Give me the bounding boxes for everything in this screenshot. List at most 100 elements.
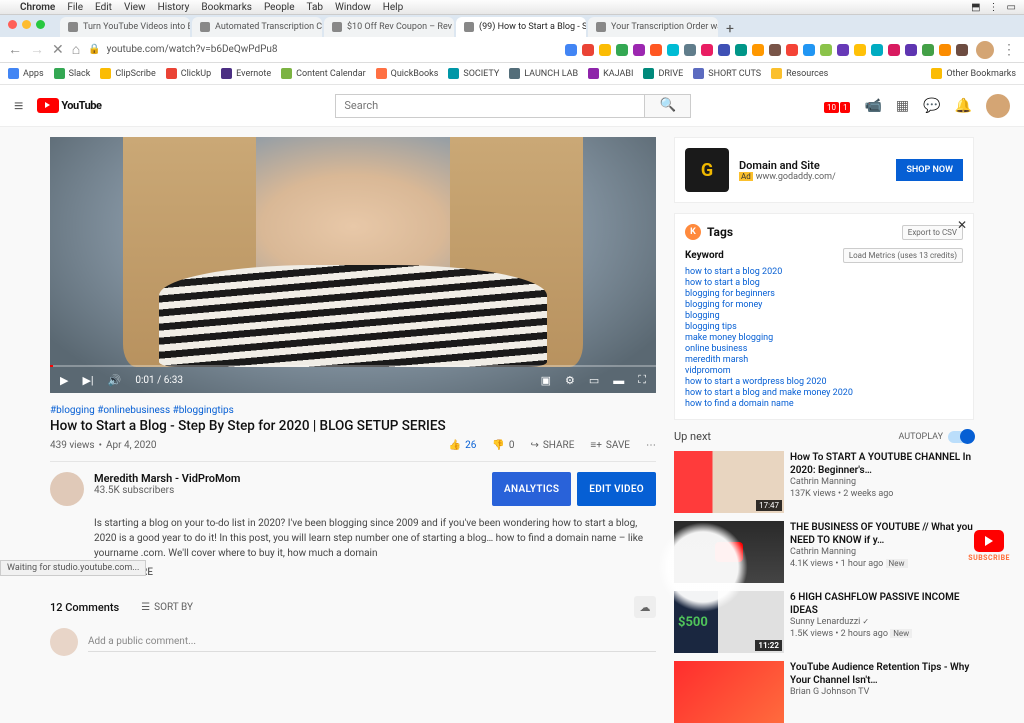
keyword-link[interactable]: how to start a blog	[685, 278, 963, 288]
extension-icons[interactable]	[565, 44, 968, 56]
address-bar[interactable]: 🔒 youtube.com/watch?v=b6DeQwPdPu8	[88, 44, 277, 55]
mac-menu-item[interactable]: View	[124, 2, 146, 13]
home-button[interactable]: ⌂	[72, 41, 80, 58]
save-button[interactable]: ≡+ SAVE	[590, 440, 630, 451]
load-metrics-button[interactable]: Load Metrics (uses 13 credits)	[843, 248, 963, 263]
bookmark-item[interactable]: Apps	[8, 68, 44, 79]
browser-toolbar: ← → ✕ ⌂ 🔒 youtube.com/watch?v=b6DeQwPdPu…	[0, 37, 1024, 63]
keyword-link[interactable]: blogging	[685, 311, 963, 321]
browser-tab[interactable]: $10 Off Rev Coupon – Rev×	[324, 17, 454, 37]
profile-icon[interactable]	[976, 41, 994, 59]
shop-now-button[interactable]: SHOP NOW	[896, 159, 963, 181]
hamburger-icon[interactable]: ≡	[14, 96, 23, 116]
bookmark-item[interactable]: ClipScribe	[100, 68, 155, 79]
create-icon[interactable]: 📹	[864, 98, 881, 114]
bell-icon[interactable]: 🔔	[955, 98, 972, 114]
window-controls[interactable]	[8, 20, 45, 29]
recommendation-item[interactable]: $50011:226 HIGH CASHFLOW PASSIVE INCOME …	[674, 591, 974, 653]
bookmark-item[interactable]: KAJABI	[588, 68, 633, 79]
mac-menu-item[interactable]: Window	[335, 2, 371, 13]
settings-icon[interactable]: ⚙	[565, 374, 575, 387]
browser-tab[interactable]: (99) How to Start a Blog - Step×	[456, 17, 586, 37]
miniplayer-icon[interactable]: ▭	[589, 374, 599, 387]
bookmark-item[interactable]: QuickBooks	[376, 68, 439, 79]
close-icon[interactable]: ✕	[957, 218, 967, 232]
mac-menu-item[interactable]: Bookmarks	[201, 2, 252, 13]
cc-icon[interactable]: ▣	[541, 374, 551, 387]
apps-icon[interactable]: ▦	[896, 98, 909, 114]
next-icon[interactable]: ▶|	[82, 374, 93, 387]
mac-menu-item[interactable]: People	[264, 2, 295, 13]
cloud-icon[interactable]: ☁	[634, 596, 656, 618]
recommendation-item[interactable]: 17:47How To START A YOUTUBE CHANNEL In 2…	[674, 451, 974, 513]
keyword-link[interactable]: how to find a domain name	[685, 399, 963, 409]
mac-menu-item[interactable]: Tab	[307, 2, 323, 13]
hashtags[interactable]: #blogging #onlinebusiness #bloggingtips	[50, 405, 656, 416]
autoplay-toggle[interactable]	[948, 431, 974, 443]
analytics-button[interactable]: ANALYTICS	[492, 472, 571, 506]
keyword-link[interactable]: make money blogging	[685, 333, 963, 343]
bookmark-item[interactable]: SHORT CUTS	[693, 68, 761, 79]
youtube-logo[interactable]: YouTube	[37, 98, 101, 113]
export-csv-button[interactable]: Export to CSV	[902, 225, 963, 240]
keyword-link[interactable]: online business	[685, 344, 963, 354]
notification-badges[interactable]: 101	[823, 98, 851, 114]
forward-button[interactable]: →	[30, 41, 44, 58]
keyword-link[interactable]: how to start a blog 2020	[685, 267, 963, 277]
show-more-button[interactable]: SHOW MORE	[94, 567, 656, 578]
fullscreen-icon[interactable]: ⛶	[638, 373, 646, 387]
mac-menu-item[interactable]: Chrome	[20, 2, 55, 13]
back-button[interactable]: ←	[8, 41, 22, 58]
ad-panel[interactable]: G Domain and Site Adwww.godaddy.com/ SHO…	[674, 137, 974, 203]
mac-menu-item[interactable]: Help	[383, 2, 403, 13]
browser-tab[interactable]: Automated Transcription Check×	[192, 17, 322, 37]
bookmark-item[interactable]: LAUNCH LAB	[509, 68, 578, 79]
keyword-link[interactable]: meredith marsh	[685, 355, 963, 365]
theater-icon[interactable]: ▬	[613, 374, 624, 387]
comment-input[interactable]: Add a public comment...	[88, 632, 656, 652]
bookmark-item[interactable]: Evernote	[221, 68, 271, 79]
share-button[interactable]: ↪ SHARE	[530, 440, 574, 451]
volume-icon[interactable]: 🔊	[108, 374, 122, 387]
new-tab-button[interactable]: +	[720, 21, 740, 37]
channel-name[interactable]: Meredith Marsh - VidProMom	[94, 472, 240, 485]
dislike-button[interactable]: 👎 0	[492, 440, 514, 451]
browser-tab[interactable]: Your Transcription Order was Pl×	[588, 17, 718, 37]
bookmark-item[interactable]: DRIVE	[643, 68, 683, 79]
mac-menu-item[interactable]: File	[67, 2, 83, 13]
more-button[interactable]: ⋯	[646, 440, 656, 451]
bookmark-item[interactable]: ClickUp	[166, 68, 211, 79]
play-icon[interactable]: ▶	[60, 374, 68, 387]
recommendation-item[interactable]: YouTube Audience Retention Tips - Why Yo…	[674, 661, 974, 723]
keyword-link[interactable]: how to start a wordpress blog 2020	[685, 377, 963, 387]
keyword-link[interactable]: blogging for beginners	[685, 289, 963, 299]
bookmark-item[interactable]: SOCIETY	[448, 68, 499, 79]
video-player[interactable]: ▶ ▶| 🔊 0:01 / 6:33 ▣ ⚙ ▭ ▬ ⛶	[50, 137, 656, 393]
mac-menu-item[interactable]: Edit	[95, 2, 112, 13]
wifi-icon[interactable]: ⋮	[989, 2, 999, 13]
stop-button[interactable]: ✕	[52, 42, 64, 58]
search-button[interactable]: 🔍	[645, 94, 691, 118]
battery-icon[interactable]: ▭	[1007, 2, 1016, 13]
bookmark-item[interactable]: Slack	[54, 68, 91, 79]
edit-video-button[interactable]: EDIT VIDEO	[577, 472, 656, 506]
subscribe-watermark[interactable]: SUBSCRIBE	[968, 530, 1010, 562]
search-input[interactable]	[335, 94, 645, 118]
keyword-link[interactable]: blogging tips	[685, 322, 963, 332]
messages-icon[interactable]: 💬	[923, 98, 940, 114]
channel-avatar[interactable]	[50, 472, 84, 506]
bookmark-item[interactable]: Resources	[771, 68, 828, 79]
avatar[interactable]	[986, 94, 1010, 118]
bookmark-item[interactable]: Content Calendar	[281, 68, 366, 79]
sort-button[interactable]: ☰ SORT BY	[141, 602, 193, 613]
chrome-menu-button[interactable]: ⋮	[1002, 42, 1016, 58]
keyword-link[interactable]: how to start a blog and make money 2020	[685, 388, 963, 398]
mac-menu-item[interactable]: History	[158, 2, 190, 13]
keyword-link[interactable]: vidpromom	[685, 366, 963, 376]
other-bookmarks[interactable]: Other Bookmarks	[931, 68, 1016, 79]
dropbox-icon[interactable]: ⬒	[971, 2, 980, 13]
keyword-link[interactable]: blogging for money	[685, 300, 963, 310]
browser-tab[interactable]: Turn YouTube Videos into Blog P×	[60, 17, 190, 37]
like-button[interactable]: 👍 26	[449, 440, 477, 451]
recommendation-item[interactable]: THE BUSINESS OF YOUTUBE // What you NEED…	[674, 521, 974, 583]
